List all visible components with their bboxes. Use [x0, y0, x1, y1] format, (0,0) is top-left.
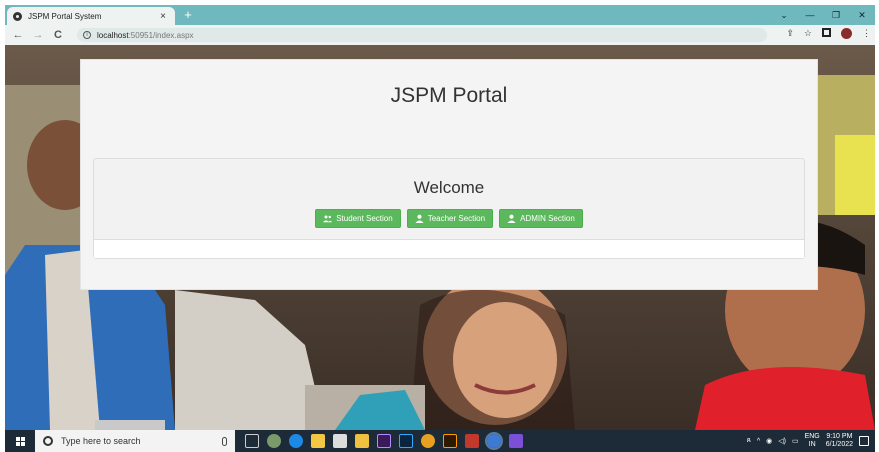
tray-chevron-icon[interactable]: ^	[757, 438, 760, 445]
back-button[interactable]: ←	[11, 28, 25, 42]
panel-footer	[94, 239, 804, 258]
taskbar-search-box[interactable]: Type here to search	[35, 430, 235, 452]
user-icon	[507, 214, 516, 223]
browser-tools: ⇪ ☆ ⋮	[786, 28, 871, 39]
new-tab-button[interactable]: +	[181, 8, 195, 22]
people-icon[interactable]: ጸ	[747, 437, 751, 445]
profile-avatar[interactable]	[841, 28, 852, 39]
teacher-section-label: Teacher Section	[427, 214, 486, 223]
tab-title: JSPM Portal System	[28, 11, 102, 21]
users-icon	[323, 215, 333, 223]
user-icon	[415, 214, 424, 223]
section-buttons: Student Section Teacher Section ADMIN Se…	[94, 209, 804, 228]
bookmark-star-icon[interactable]: ☆	[804, 28, 812, 39]
forward-button[interactable]: →	[31, 28, 45, 42]
clock[interactable]: 9:10 PM 6/1/2022	[826, 433, 853, 449]
url-host: localhost	[97, 30, 129, 40]
cortana-icon	[43, 436, 53, 446]
edge-icon[interactable]	[289, 434, 303, 448]
admin-section-button[interactable]: ADMIN Section	[499, 209, 583, 228]
window-controls: ⌄ — ❐ ✕	[771, 5, 875, 25]
admin-section-label: ADMIN Section	[520, 214, 575, 223]
visual-studio-icon[interactable]	[509, 434, 523, 448]
widgets-icon[interactable]	[267, 434, 281, 448]
system-tray: ጸ ^ ◉ ◁) ▭ ENG IN 9:10 PM 6/1/2022	[747, 433, 875, 449]
reload-button[interactable]: C	[51, 28, 65, 42]
url-path: :50951/index.aspx	[128, 30, 194, 40]
file-explorer-icon[interactable]	[311, 434, 325, 448]
minimize-button[interactable]: —	[797, 5, 823, 25]
start-button[interactable]	[5, 430, 35, 452]
tab-close-icon[interactable]: ×	[157, 11, 169, 22]
keyboard-icon[interactable]: ▭	[792, 437, 799, 445]
clock-time: 9:10 PM	[826, 433, 853, 440]
mail-icon[interactable]	[333, 434, 347, 448]
store-icon[interactable]	[355, 434, 369, 448]
notification-icon[interactable]	[859, 436, 869, 446]
teacher-section-button[interactable]: Teacher Section	[406, 209, 494, 228]
windows-logo-icon	[15, 436, 25, 446]
restore-button[interactable]: ❐	[823, 5, 849, 25]
app-icon[interactable]	[465, 434, 479, 448]
region-label: IN	[808, 441, 816, 448]
welcome-panel: Welcome Student Section Teacher Section …	[93, 158, 805, 259]
wifi-icon[interactable]: ◉	[766, 437, 772, 445]
browser-tab[interactable]: JSPM Portal System ×	[7, 7, 175, 25]
clock-date: 6/1/2022	[825, 441, 853, 448]
menu-kebab-icon[interactable]: ⋮	[862, 28, 871, 39]
photoshop-icon[interactable]	[399, 434, 413, 448]
page-title: JSPM Portal	[390, 84, 508, 107]
chrome-icon[interactable]	[485, 432, 503, 450]
share-icon[interactable]: ⇪	[786, 28, 794, 39]
browser-toolbar: ← → C i localhost :50951/index.aspx ⇪ ☆ …	[5, 25, 875, 45]
language-indicator[interactable]: ENG IN	[805, 433, 820, 449]
microphone-icon[interactable]	[222, 436, 227, 446]
address-bar[interactable]: i localhost :50951/index.aspx	[77, 28, 767, 42]
portal-card: JSPM Portal Welcome Student Section Teac…	[80, 59, 818, 290]
site-info-icon[interactable]: i	[83, 31, 91, 39]
desktop-window: JSPM Portal System × + ⌄ — ❐ ✕ ← → C i l…	[0, 0, 879, 452]
taskbar-apps	[245, 432, 523, 450]
windows-taskbar: Type here to search ጸ ^ ◉ ◁) ▭ ENG IN 9:…	[5, 430, 875, 452]
search-placeholder: Type here to search	[61, 436, 141, 446]
volume-icon[interactable]: ◁)	[778, 437, 786, 445]
student-section-label: Student Section	[336, 214, 393, 223]
task-view-icon[interactable]	[245, 434, 259, 448]
lang-label: ENG	[804, 433, 820, 440]
firefox-icon[interactable]	[421, 434, 435, 448]
page-viewport: JSPM Portal Welcome Student Section Teac…	[5, 45, 875, 430]
welcome-heading: Welcome	[413, 178, 485, 197]
illustrator-icon[interactable]	[443, 434, 457, 448]
tab-search-icon[interactable]: ⌄	[771, 5, 797, 25]
premiere-icon[interactable]	[377, 434, 391, 448]
side-panel-icon[interactable]	[822, 28, 831, 37]
favicon-icon	[13, 11, 22, 21]
student-section-button[interactable]: Student Section	[315, 209, 401, 228]
close-button[interactable]: ✕	[849, 5, 875, 25]
browser-tab-strip: JSPM Portal System × + ⌄ — ❐ ✕	[5, 5, 875, 25]
